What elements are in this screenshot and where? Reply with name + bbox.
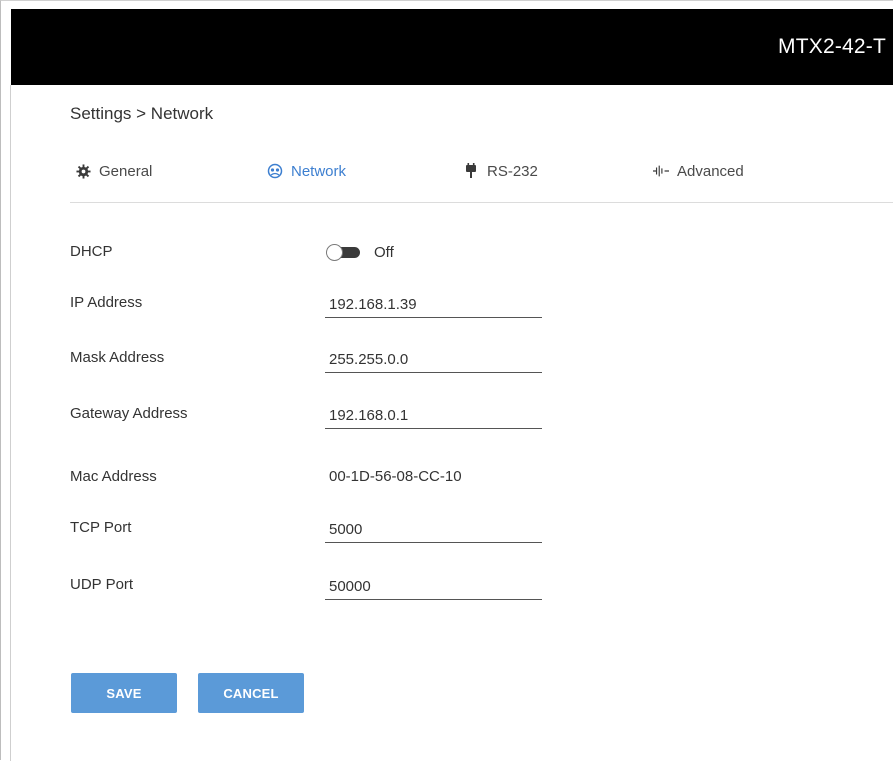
header-bar: MTX2-42-T <box>11 9 893 85</box>
mask-address-row: Mask Address <box>70 343 570 373</box>
dhcp-toggle-knob <box>326 244 343 261</box>
tab-network-label: Network <box>291 162 347 180</box>
app-window: MTX2-42-T Settings > Network General Net… <box>0 0 893 761</box>
ip-address-row: IP Address <box>70 288 570 318</box>
mask-address-input[interactable] <box>325 343 542 373</box>
network-icon <box>267 163 283 179</box>
udp-port-label: UDP Port <box>70 576 134 593</box>
tabs-divider <box>70 202 893 203</box>
dhcp-state-text: Off <box>374 243 394 261</box>
udp-port-row: UDP Port <box>70 570 570 600</box>
tcp-port-row: TCP Port <box>70 513 570 543</box>
dhcp-toggle[interactable] <box>326 244 360 261</box>
mac-address-row: Mac Address 00-1D-56-08-CC-10 <box>70 462 570 492</box>
gateway-address-input[interactable] <box>325 399 542 429</box>
tab-rs232-label: RS-232 <box>487 162 538 180</box>
gear-icon <box>75 163 91 179</box>
ip-address-label: IP Address <box>70 294 143 311</box>
tcp-port-label: TCP Port <box>70 519 132 536</box>
serial-plug-icon <box>463 163 479 179</box>
tcp-port-input[interactable] <box>325 513 542 543</box>
ip-address-input[interactable] <box>325 288 542 318</box>
mac-address-value: 00-1D-56-08-CC-10 <box>329 468 462 485</box>
tab-general[interactable]: General <box>75 156 152 186</box>
mac-address-label: Mac Address <box>70 468 157 485</box>
tab-advanced-label: Advanced <box>677 162 744 180</box>
device-name: MTX2-42-T <box>778 35 886 58</box>
waveform-icon <box>653 163 669 179</box>
dhcp-label: DHCP <box>70 243 113 260</box>
tab-general-label: General <box>99 162 153 180</box>
dhcp-toggle-group: Off <box>326 237 394 267</box>
tab-network[interactable]: Network <box>267 156 346 186</box>
dhcp-row: DHCP Off <box>70 237 570 267</box>
mask-address-label: Mask Address <box>70 349 165 366</box>
tab-rs232[interactable]: RS-232 <box>463 156 538 186</box>
breadcrumb: Settings > Network <box>70 104 214 123</box>
gateway-address-row: Gateway Address <box>70 399 570 429</box>
save-button[interactable]: SAVE <box>71 673 177 713</box>
gateway-address-label: Gateway Address <box>70 405 188 422</box>
tab-advanced[interactable]: Advanced <box>653 156 744 186</box>
udp-port-input[interactable] <box>325 570 542 600</box>
left-divider <box>10 85 11 761</box>
cancel-button[interactable]: CANCEL <box>198 673 304 713</box>
